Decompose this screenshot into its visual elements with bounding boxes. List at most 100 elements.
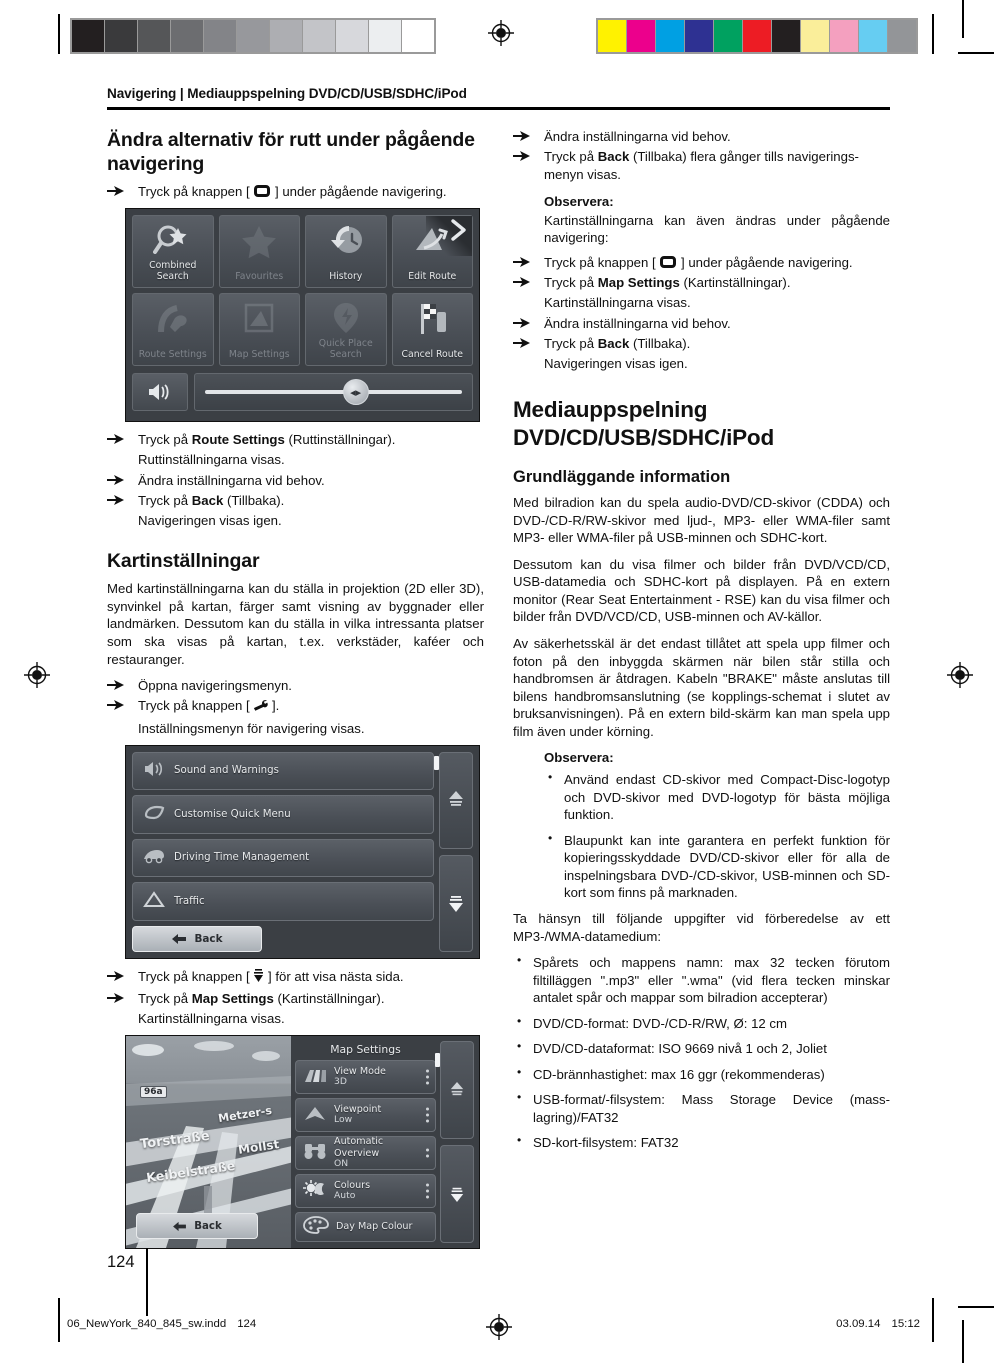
volume-slider[interactable]: ◂▸	[194, 373, 473, 412]
map-row-viewpoint[interactable]: Viewpoint Low	[295, 1098, 436, 1132]
step-item: Tryck på Back (Tillbaka).	[513, 335, 890, 353]
step-item: Tryck på Route Settings (Ruttinställning…	[107, 431, 484, 449]
paragraph-3: Av säkerhetsskäl är det endast tillåtet …	[513, 636, 890, 739]
step-result: Navigeringen visas igen.	[138, 513, 282, 529]
scroll-up-icon[interactable]	[439, 751, 473, 849]
heading-grundlaggande-information: Grundläggande information	[513, 468, 731, 487]
speaker-icon[interactable]	[132, 373, 188, 412]
scroll-down-icon[interactable]	[440, 1145, 474, 1243]
tile-history[interactable]: History	[305, 215, 387, 289]
step-text: Tryck på Back (Tillbaka) flera gånger ti…	[544, 149, 859, 183]
tile-favourites[interactable]: Favourites	[218, 215, 300, 289]
tile-label: Quick Place Search	[318, 338, 373, 360]
step-text: Öppna navigeringsmenyn.	[138, 678, 292, 694]
scroll-thumb[interactable]	[435, 1053, 440, 1067]
slider-knob-icon[interactable]: ◂▸	[342, 379, 369, 406]
hand-pointer-icon	[513, 276, 536, 291]
step-text: Tryck på knappen [ ] under pågående navi…	[138, 184, 447, 200]
row-value: ON	[334, 1157, 349, 1169]
hand-pointer-icon	[107, 494, 130, 509]
crop-mark-bottom-left	[58, 1298, 60, 1342]
step-list-note-2: Ändra inställningarna vid behov. Tryck p…	[513, 315, 890, 353]
paragraph-1: Med bilradion kan du spela audio-DVD/CD-…	[513, 495, 890, 546]
map-shield: 96a	[140, 1086, 167, 1098]
speaker-icon	[143, 761, 165, 781]
footer-time: 15:12	[891, 1318, 920, 1330]
tile-route-settings[interactable]: Route Settings	[132, 293, 214, 367]
tile-label: Route Settings	[138, 348, 207, 360]
left-column: Ändra alternativ för rutt under pågående…	[107, 128, 484, 1258]
step-text: Tryck på Map Settings (Kartinställningar…	[138, 990, 385, 1006]
map-row-day-map-colour[interactable]: Day Map Colour	[295, 1212, 436, 1242]
step-list-open-settings: Öppna navigeringsmenyn. Tryck på knappen…	[107, 677, 484, 717]
step-text: Tryck på knappen [ ] för att visa nästa …	[138, 968, 404, 984]
step-item: Tryck på knappen [ ] under pågående navi…	[513, 254, 890, 272]
step-list-change: Ändra inställningarna vid behov. Tryck p…	[107, 472, 484, 510]
tile-cancel-route[interactable]: Cancel Route	[391, 293, 473, 367]
list-item: Använd endast CD-skivor med Compact-Disc…	[544, 770, 890, 824]
nav-tile-grid: Combined Search Favourites History Edit …	[132, 215, 473, 367]
list-item: DVD/CD-format: DVD-/CD-R/RW, Ø: 12 cm	[513, 1014, 890, 1033]
step-text: Tryck på Route Settings (Ruttinställning…	[138, 432, 396, 448]
registration-target-icon-footer	[486, 1314, 512, 1340]
map-row-colours[interactable]: Colours Auto	[295, 1174, 436, 1208]
scroll-up-icon[interactable]	[440, 1041, 474, 1139]
list-item: DVD/CD-dataformat: ISO 9669 nivå 1 och 2…	[513, 1039, 890, 1058]
note-title: Observera:	[544, 193, 614, 209]
road-3d-icon	[303, 1066, 327, 1088]
settings-row-customise-quick-menu[interactable]: Customise Quick Menu	[132, 795, 434, 834]
row-value: 3D	[334, 1076, 347, 1088]
hand-pointer-icon	[107, 970, 130, 985]
step-result: Kartinställningarna visas.	[138, 1011, 285, 1027]
navigation-menu-screenshot: Combined Search Favourites History Edit …	[125, 208, 480, 423]
map-row-view-mode[interactable]: View Mode 3D	[295, 1060, 436, 1094]
volume-bar: ◂▸	[132, 371, 473, 413]
step-list-route-settings: Tryck på Route Settings (Ruttinställning…	[107, 431, 484, 449]
row-label: Driving Time Management	[174, 852, 310, 864]
wrench-icon	[253, 699, 269, 717]
step-text: Tryck på Map Settings (Kartinställningar…	[544, 275, 791, 291]
step-list-note: Tryck på knappen [ ] under pågående navi…	[513, 254, 890, 292]
hand-pointer-icon	[107, 433, 130, 448]
list-item: SD-kort-filsystem: FAT32	[513, 1133, 890, 1152]
scroll-thumb[interactable]	[434, 755, 439, 770]
tile-edit-route[interactable]: Edit Route	[391, 215, 473, 289]
row-label: Automatic Overview	[334, 1136, 384, 1159]
hand-pointer-icon	[513, 150, 536, 165]
step-text: Ändra inställningarna vid behov.	[138, 472, 325, 488]
map-settings-rows: Map Settings View Mode 3D Viewpoint Low …	[295, 1041, 436, 1243]
tile-label: Favourites	[235, 270, 284, 282]
back-arrow-icon	[172, 933, 187, 944]
map-row-automatic-overview[interactable]: Automatic Overview ON	[295, 1136, 436, 1170]
hand-pointer-icon	[107, 679, 130, 694]
note-bullet-list: Använd endast CD-skivor med Compact-Disc…	[544, 770, 890, 902]
scroll-down-icon[interactable]	[439, 854, 473, 952]
paragraph-2: Dessutom kan du visa filmer och bilder f…	[513, 556, 890, 625]
tile-map-settings[interactable]: Map Settings	[218, 293, 300, 367]
tile-combined-search[interactable]: Combined Search	[132, 215, 214, 289]
crop-mark-bottom-right-2	[962, 1320, 964, 1363]
step-result: Kartinställningarna visas.	[544, 295, 691, 311]
settings-row-sound-and-warnings[interactable]: Sound and Warnings	[132, 751, 434, 791]
note-block-1: Observera: Kartinställningarna kan även …	[513, 193, 890, 247]
step-text: Tryck på knappen [ ].	[138, 698, 279, 713]
step-text: Tryck på Back (Tillbaka).	[138, 493, 285, 509]
heading-route-options: Ändra alternativ för rutt under pågående…	[107, 129, 475, 176]
back-button[interactable]: Back	[132, 925, 262, 952]
row-label: Day Map Colour	[336, 1221, 413, 1233]
map-preview[interactable]: 96a Metzer-s Torstraße Mollst Keibelstra…	[126, 1036, 291, 1248]
back-button[interactable]: Back	[136, 1213, 258, 1239]
hand-pointer-icon	[107, 699, 130, 714]
scroll-column	[439, 751, 473, 952]
back-arrow-icon	[173, 1221, 187, 1231]
pin-lightning-icon	[306, 298, 386, 338]
step-text: Tryck på knappen [ ] under pågående navi…	[544, 254, 853, 270]
settings-row-traffic[interactable]: Traffic	[132, 882, 434, 921]
star-icon	[220, 220, 300, 260]
tile-label: Map Settings	[228, 348, 290, 360]
settings-row-driving-time-management[interactable]: Driving Time Management	[132, 838, 434, 878]
tile-label: Edit Route	[408, 270, 457, 282]
tile-quick-place-search[interactable]: Quick Place Search	[305, 293, 387, 367]
folio-rule	[146, 1248, 149, 1316]
tile-label: Cancel Route	[401, 348, 463, 360]
